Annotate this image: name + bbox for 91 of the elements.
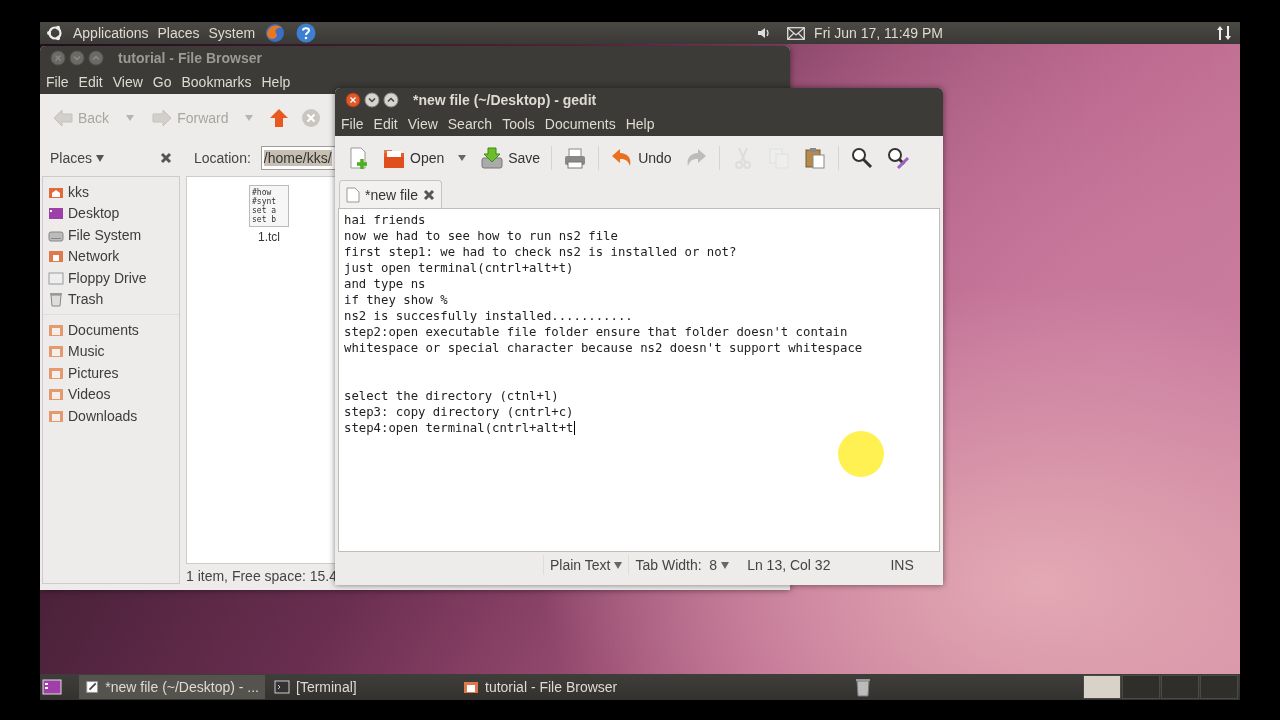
preview-text: set a (252, 206, 278, 215)
clipboard-icon (802, 146, 827, 170)
panel-menu[interactable]: Places (157, 25, 200, 41)
sidebar-item[interactable]: Trash (68, 291, 104, 308)
menu-item[interactable]: Edit (373, 116, 398, 132)
menu-item[interactable]: Edit (78, 74, 103, 90)
text-editor-icon (85, 679, 100, 695)
maximize-icon[interactable] (88, 50, 104, 66)
taskbar-item[interactable]: [Terminal] (268, 675, 454, 699)
places-dropdown[interactable]: Places (50, 150, 93, 166)
printer-icon (563, 146, 588, 170)
close-icon[interactable] (422, 188, 435, 201)
save-icon (480, 146, 505, 170)
menu-item[interactable]: Bookmarks (181, 74, 252, 90)
text-editor[interactable] (338, 208, 940, 552)
sidebar-item[interactable]: Documents (68, 321, 139, 338)
floppy-icon (48, 269, 64, 286)
file-name[interactable]: 1.tcl (258, 230, 280, 244)
sidebar-item[interactable]: File System (68, 226, 142, 243)
menu-item[interactable]: Go (152, 74, 172, 90)
dropdown-arrow-icon (614, 561, 623, 569)
terminal-icon (274, 679, 290, 695)
dropdown-arrow-icon[interactable] (457, 154, 468, 162)
close-icon[interactable] (345, 92, 361, 108)
status-text: 1 item, Free space: 15.4 (186, 567, 337, 584)
location-label: Location: (194, 150, 251, 166)
left-arrow-icon (52, 108, 74, 128)
preview-text: #synt (252, 197, 278, 206)
dropdown-arrow-icon[interactable] (96, 154, 105, 162)
menu-item[interactable]: Help (625, 116, 655, 132)
panel-menu[interactable]: System (208, 25, 256, 41)
search-replace-icon (885, 146, 910, 170)
clock[interactable]: Fri Jun 17, 11:49 PM (814, 25, 943, 41)
trash-icon (48, 291, 64, 308)
insert-mode: INS (890, 557, 914, 573)
search-icon (849, 146, 874, 170)
minimize-icon[interactable] (69, 50, 85, 66)
window-title: tutorial - File Browser (118, 50, 262, 66)
preview-text: set b (252, 215, 278, 224)
cursor-position: Ln 13, Col 32 (747, 557, 831, 573)
menu-item[interactable]: View (407, 116, 438, 132)
maximize-icon[interactable] (383, 92, 399, 108)
network-folder-icon (48, 248, 64, 265)
taskbar-item[interactable]: *new file (~/Desktop) - ... (79, 675, 265, 699)
menu-item[interactable]: File (341, 116, 364, 132)
minimize-icon[interactable] (364, 92, 380, 108)
menu-item[interactable]: File (46, 74, 69, 90)
folder-icon (463, 679, 479, 695)
sidebar-item[interactable]: Network (68, 248, 120, 265)
workspace-switcher[interactable] (1083, 675, 1238, 699)
trash-icon[interactable] (855, 677, 871, 697)
globe-icon[interactable] (264, 22, 287, 44)
menu-item[interactable]: Search (447, 116, 493, 132)
editor-text: hai friends now we had to see how to run ns2 file first step1: we had to check ns2 is installed or not? just open terminal(cntrl+alt+t) and type ns if they show % ns2 is succesfully installed........... step2:open executable file folder ensure that folder doesn't contain whitespace or special character because ns2 doesn't support whitespace select the directory (ctnl+l) step3: copy directory (cntrl+c) step4:open terminal(cntrl+alt+t (344, 212, 863, 436)
help-icon[interactable] (295, 22, 318, 44)
sidebar-item[interactable]: Pictures (68, 364, 119, 381)
taskbar-item[interactable]: tutorial - File Browser (457, 675, 643, 699)
show-desktop-icon[interactable] (42, 679, 62, 695)
sidebar-item[interactable]: Videos (68, 386, 111, 403)
text-file-icon[interactable]: #how #synt set a set b (249, 185, 289, 227)
language-dropdown[interactable]: Plain Text (543, 555, 629, 575)
window-title: *new file (~/Desktop) - gedit (413, 92, 597, 108)
volume-icon[interactable] (756, 26, 771, 40)
tab-width-dropdown[interactable]: Tab Width: 8 (628, 555, 736, 575)
open-button[interactable]: Open (379, 144, 448, 172)
ubuntu-logo-icon[interactable] (46, 24, 64, 42)
mail-icon[interactable] (787, 26, 806, 40)
sidebar-item[interactable]: kks (68, 183, 89, 200)
up-arrow-icon[interactable] (268, 107, 291, 129)
preview-text: #how (252, 188, 273, 197)
dropdown-arrow-icon (721, 561, 730, 569)
close-icon[interactable] (160, 152, 172, 164)
sidebar-item[interactable]: Floppy Drive (68, 269, 147, 286)
menu-item[interactable]: Help (261, 74, 291, 90)
desktop-icon (48, 205, 64, 222)
panel-menu[interactable]: Applications (73, 25, 149, 41)
save-button[interactable]: Save (477, 144, 544, 172)
document-icon (346, 186, 360, 203)
folder-icon (48, 386, 64, 403)
network-arrows-icon[interactable] (1216, 24, 1232, 42)
folder-icon (48, 343, 64, 360)
location-field[interactable]: /home/kks/ (260, 146, 336, 170)
sidebar-item[interactable]: Desktop (68, 205, 120, 222)
sidebar-item[interactable]: Downloads (68, 407, 138, 424)
document-tab[interactable]: *new file (339, 180, 442, 208)
menu-item[interactable]: View (112, 74, 143, 90)
undo-button[interactable]: Undo (607, 144, 675, 172)
menu-item[interactable]: Tools (502, 116, 535, 132)
sidebar-item[interactable]: Music (68, 343, 105, 360)
menu-item[interactable]: Documents (544, 116, 616, 132)
right-arrow-icon (151, 108, 174, 128)
